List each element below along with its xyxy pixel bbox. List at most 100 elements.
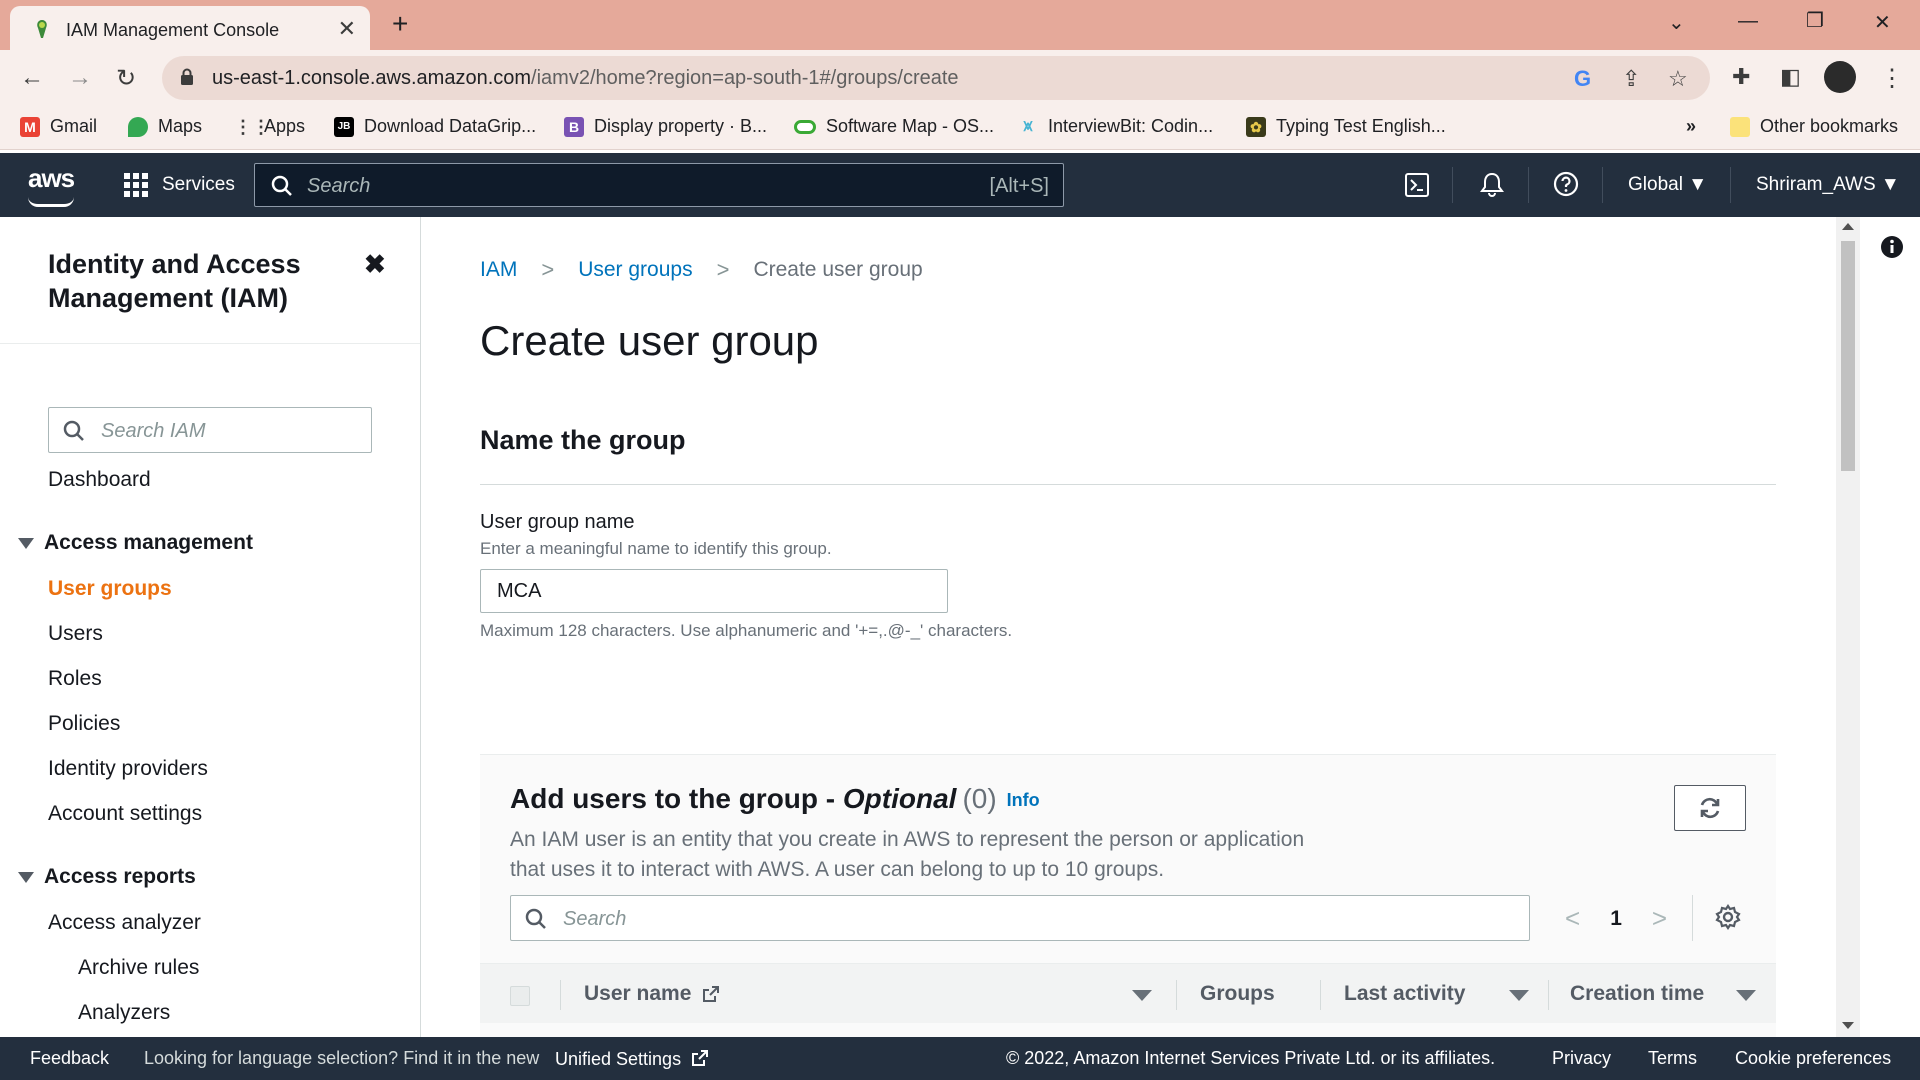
add-users-title: Add users to the group - xyxy=(510,783,843,814)
unified-settings-link[interactable]: Unified Settings xyxy=(555,1048,710,1070)
url-path: /iamv2/home?region=ap-south-1#/groups/cr… xyxy=(531,67,959,89)
users-search-input[interactable]: Search xyxy=(510,895,1530,941)
sort-caret-icon[interactable] xyxy=(1509,990,1529,1001)
side-panel-icon[interactable]: ◧ xyxy=(1780,64,1801,90)
bookmark-gmail[interactable]: M Gmail xyxy=(20,116,97,137)
terms-link[interactable]: Terms xyxy=(1648,1048,1697,1069)
restore-icon[interactable]: ❐ xyxy=(1806,8,1824,33)
notifications-bell-icon[interactable] xyxy=(1478,170,1506,198)
next-page-icon[interactable]: > xyxy=(1652,903,1667,934)
bookmark-maps[interactable]: Maps xyxy=(128,116,202,137)
section-access-management[interactable]: Access management xyxy=(18,531,253,555)
sidebar-item-identity-providers[interactable]: Identity providers xyxy=(48,757,208,781)
column-creation-time[interactable]: Creation time xyxy=(1570,982,1704,1006)
sidebar-item-dashboard[interactable]: Dashboard xyxy=(48,468,151,492)
scroll-up-icon[interactable] xyxy=(1842,223,1854,230)
scrollbar-thumb[interactable] xyxy=(1841,241,1855,471)
sidebar-item-user-groups[interactable]: User groups xyxy=(48,577,172,601)
tab-search-icon[interactable]: ⌄ xyxy=(1668,10,1685,35)
browser-menu-icon[interactable]: ⋮ xyxy=(1880,64,1904,93)
pagination: < 1 > xyxy=(1565,903,1667,934)
bookmark-apps[interactable]: ⋮⋮ Apps xyxy=(234,116,305,137)
google-icon[interactable]: G xyxy=(1574,66,1591,92)
breadcrumb-iam[interactable]: IAM xyxy=(480,258,517,282)
privacy-link[interactable]: Privacy xyxy=(1552,1048,1611,1069)
bookmark-typing-test[interactable]: ✿ Typing Test English... xyxy=(1246,116,1446,137)
column-last-activity[interactable]: Last activity xyxy=(1344,982,1465,1006)
name-group-heading: Name the group xyxy=(480,425,686,455)
section-divider xyxy=(480,484,1776,485)
scrollbar[interactable] xyxy=(1836,217,1860,1037)
window-close-icon[interactable]: ✕ xyxy=(1874,10,1891,35)
sidebar-item-archive-rules[interactable]: Archive rules xyxy=(78,956,199,980)
caret-down-icon xyxy=(18,871,34,883)
column-label: Groups xyxy=(1200,982,1275,1005)
bookmark-interviewbit[interactable]: ⩙ InterviewBit: Codin... xyxy=(1018,116,1213,137)
new-tab-icon[interactable]: + xyxy=(392,10,408,38)
sidebar-item-policies[interactable]: Policies xyxy=(48,712,120,736)
bookmark-software-map[interactable]: Software Map - OS... xyxy=(794,116,994,137)
main-content: IAM > User groups > Create user group Cr… xyxy=(422,217,1836,1037)
aws-top-nav: aws Services Search [Alt+S] Global ▼ Shr… xyxy=(0,153,1920,217)
services-menu[interactable]: Services xyxy=(124,173,235,197)
aws-search-input[interactable]: Search [Alt+S] xyxy=(254,163,1064,207)
services-grid-icon xyxy=(124,173,148,197)
forward-icon[interactable]: → xyxy=(68,64,92,92)
back-icon[interactable]: ← xyxy=(20,64,44,92)
breadcrumb-user-groups[interactable]: User groups xyxy=(578,258,692,282)
info-link[interactable]: Info xyxy=(1007,790,1040,810)
optional-label: Optional xyxy=(842,783,957,814)
bookmark-label: Apps xyxy=(264,116,306,136)
sidebar-item-account-settings[interactable]: Account settings xyxy=(48,802,202,826)
profile-avatar[interactable] xyxy=(1824,61,1856,93)
cloudshell-icon[interactable] xyxy=(1404,172,1430,198)
column-groups[interactable]: Groups xyxy=(1200,982,1275,1006)
sidebar-item-access-analyzer[interactable]: Access analyzer xyxy=(48,911,201,935)
help-icon[interactable] xyxy=(1552,170,1580,198)
sort-caret-icon[interactable] xyxy=(1132,990,1152,1001)
interviewbit-icon: ⩙ xyxy=(1023,117,1033,135)
bookmark-bootstrap[interactable]: B Display property · B... xyxy=(564,116,767,137)
url-host: us-east-1.console.aws.amazon.com xyxy=(212,67,532,89)
services-label: Services xyxy=(162,174,235,195)
sidebar-item-roles[interactable]: Roles xyxy=(48,667,102,691)
sidebar-item-analyzers[interactable]: Analyzers xyxy=(78,1001,170,1025)
pager-divider xyxy=(1692,895,1693,941)
cookie-preferences-link[interactable]: Cookie preferences xyxy=(1735,1048,1891,1069)
search-icon xyxy=(271,175,292,196)
region-selector[interactable]: Global ▼ xyxy=(1628,174,1707,196)
more-bookmarks-icon[interactable]: » xyxy=(1686,116,1696,137)
console-footer: Feedback Looking for language selection?… xyxy=(0,1037,1920,1080)
page-number[interactable]: 1 xyxy=(1610,907,1622,931)
bookmark-datagrip[interactable]: JB Download DataGrip... xyxy=(334,116,536,137)
account-menu[interactable]: Shriram_AWS ▼ xyxy=(1756,174,1900,196)
extensions-icon[interactable]: ✚ xyxy=(1732,64,1750,90)
other-bookmarks[interactable]: Other bookmarks xyxy=(1730,116,1898,137)
refresh-button[interactable] xyxy=(1674,785,1746,831)
share-icon[interactable]: ⇪ xyxy=(1622,66,1640,92)
feedback-link[interactable]: Feedback xyxy=(30,1048,109,1069)
gear-icon[interactable] xyxy=(1714,903,1742,931)
typingtest-icon: ✿ xyxy=(1246,116,1266,137)
search-icon xyxy=(525,908,546,929)
bookmark-label: Display property · B... xyxy=(594,116,768,136)
section-access-reports[interactable]: Access reports xyxy=(18,865,196,889)
info-panel-icon[interactable] xyxy=(1880,235,1904,259)
group-name-input[interactable] xyxy=(480,569,948,613)
aws-logo[interactable]: aws xyxy=(28,163,75,207)
sidebar-item-users[interactable]: Users xyxy=(48,622,103,646)
column-user-name[interactable]: User name xyxy=(584,982,721,1006)
bookmark-star-icon[interactable]: ☆ xyxy=(1668,66,1688,92)
browser-tab[interactable]: IAM Management Console ✕ xyxy=(10,6,370,50)
search-iam-input[interactable]: Search IAM xyxy=(48,407,372,453)
select-all-checkbox[interactable] xyxy=(510,986,530,1006)
reload-icon[interactable]: ↻ xyxy=(116,64,136,93)
scroll-down-icon[interactable] xyxy=(1842,1022,1854,1029)
prev-page-icon[interactable]: < xyxy=(1565,903,1580,934)
sidenav-close-icon[interactable]: ✖ xyxy=(364,249,386,280)
minimize-icon[interactable]: — xyxy=(1738,10,1758,33)
sort-caret-icon[interactable] xyxy=(1736,990,1756,1001)
address-bar[interactable]: us-east-1.console.aws.amazon.com/iamv2/h… xyxy=(162,56,1710,100)
tab-close-icon[interactable]: ✕ xyxy=(338,16,356,42)
copyright-text: © 2022, Amazon Internet Services Private… xyxy=(1006,1048,1496,1068)
